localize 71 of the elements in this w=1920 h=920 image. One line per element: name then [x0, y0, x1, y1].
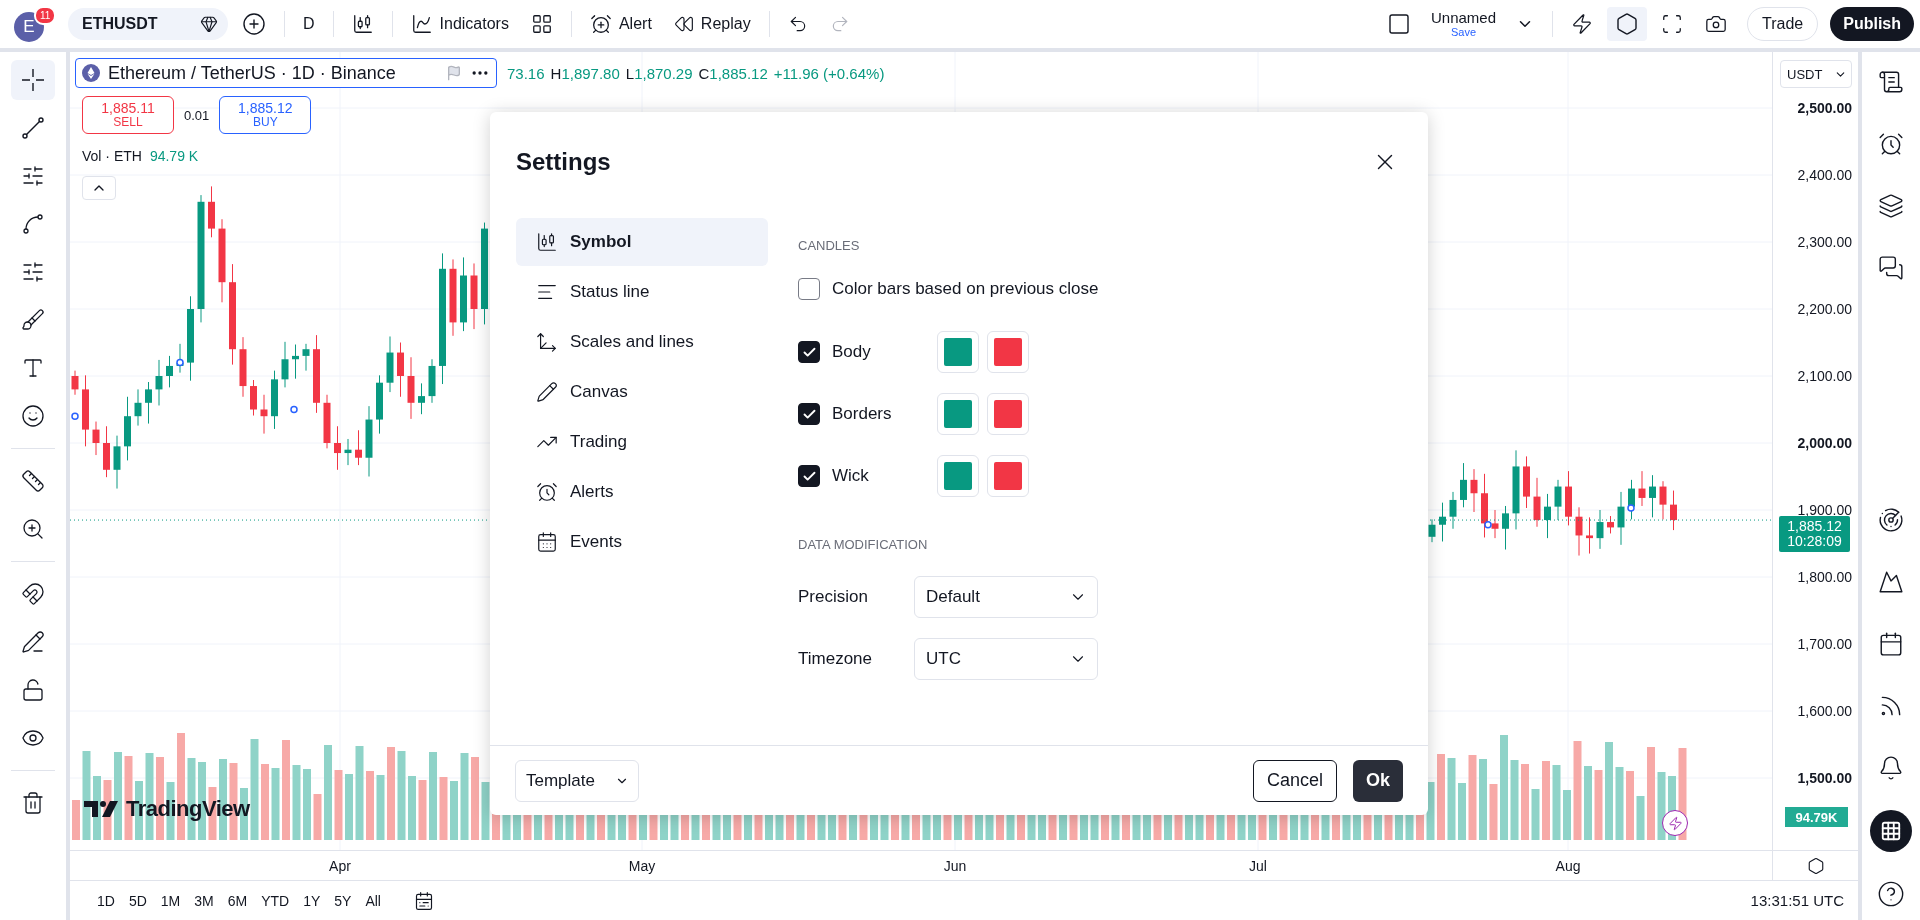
- price-label: 2,300.00: [1797, 234, 1852, 250]
- settings-tab[interactable]: Status line: [516, 268, 768, 316]
- price-label: 1,800.00: [1797, 569, 1852, 585]
- dropdown-select[interactable]: UTC: [914, 638, 1098, 680]
- field-label: Timezone: [798, 649, 873, 669]
- settings-tab[interactable]: Alerts: [516, 468, 768, 516]
- price-label: 2,000.00: [1797, 435, 1852, 451]
- price-label: 2,400.00: [1797, 167, 1852, 183]
- time-label: Aug: [1555, 858, 1581, 874]
- indicators-button[interactable]: Indicators: [402, 7, 517, 41]
- range-button[interactable]: 1M: [155, 888, 186, 913]
- last-price-tag: 1,885.12 10:28:09: [1779, 516, 1850, 552]
- range-button[interactable]: 6M: [222, 888, 253, 913]
- ohlc-value: L1,870.29: [625, 64, 693, 82]
- price-label: 2,500.00: [1797, 100, 1852, 116]
- option-label: Body: [832, 342, 872, 362]
- dropdown-select[interactable]: Default: [914, 576, 1098, 618]
- trade-button[interactable]: Trade: [1747, 7, 1819, 41]
- range-button[interactable]: All: [360, 888, 386, 913]
- option-label: Borders: [832, 404, 893, 424]
- cancel-button[interactable]: Cancel: [1252, 759, 1337, 802]
- ohlc-value: C1,885.12: [698, 64, 768, 82]
- sell-button[interactable]: 1,885.11 SELL: [82, 96, 174, 134]
- range-button[interactable]: 1Y: [298, 888, 326, 913]
- template-dropdown[interactable]: Template: [515, 759, 639, 802]
- ohlc-value: H1,897.80: [550, 64, 620, 82]
- settings-tab[interactable]: Symbol: [516, 218, 768, 266]
- price-label: 1,700.00: [1797, 636, 1852, 652]
- layout-name-button[interactable]: Unnamed Save: [1424, 9, 1502, 39]
- interval-button[interactable]: D: [295, 7, 323, 41]
- price-label: 1,500.00: [1797, 770, 1852, 786]
- price-label: 1,600.00: [1797, 703, 1852, 719]
- ohlc-value: 73.16: [507, 64, 545, 82]
- option-label: Color bars based on previous close: [832, 279, 1099, 299]
- range-button[interactable]: 5D: [123, 888, 152, 913]
- time-label: Jun: [943, 858, 967, 874]
- buy-button[interactable]: 1,885.12 BUY: [219, 96, 312, 134]
- range-button[interactable]: 3M: [189, 888, 219, 913]
- ohlc-value: +11.96 (+0.64%): [773, 64, 885, 82]
- settings-tab[interactable]: Scales and lines: [516, 318, 768, 366]
- symbol-search[interactable]: ETHUSDT: [68, 8, 228, 40]
- notification-badge: 11: [34, 6, 57, 25]
- range-button[interactable]: 5Y: [329, 888, 357, 913]
- volume-tag: 94.79K: [1785, 807, 1848, 827]
- price-label: 2,200.00: [1797, 301, 1852, 317]
- publish-button[interactable]: Publish: [1830, 7, 1914, 41]
- time-label: May: [628, 858, 656, 874]
- range-button[interactable]: 1D: [92, 888, 120, 913]
- settings-tab[interactable]: Trading: [516, 418, 768, 466]
- price-label: 2,100.00: [1797, 368, 1852, 384]
- range-button[interactable]: YTD: [256, 888, 295, 913]
- ok-button[interactable]: Ok: [1353, 759, 1403, 802]
- clock: 13:31:51 UTC: [1750, 892, 1844, 909]
- alert-button[interactable]: Alert: [581, 7, 660, 41]
- volume-legend: Vol · ETH 94.79 K: [82, 148, 199, 164]
- section-heading: CANDLES: [798, 238, 861, 253]
- spread-value: 0.01: [184, 107, 210, 123]
- settings-tab[interactable]: Canvas: [516, 368, 768, 416]
- symbol-legend[interactable]: Ethereum / TetherUS · 1D · Binance: [75, 58, 497, 88]
- price-label: 1,900.00: [1797, 502, 1852, 518]
- symbol-title: Ethereum / TetherUS · 1D · Binance: [108, 62, 396, 84]
- replay-button[interactable]: Replay: [665, 7, 759, 41]
- section-heading: DATA MODIFICATION: [798, 537, 929, 552]
- time-label: Apr: [329, 858, 351, 874]
- option-label: Wick: [832, 466, 870, 486]
- settings-tab[interactable]: Events: [516, 518, 768, 566]
- field-label: Precision: [798, 587, 869, 607]
- time-label: Jul: [1249, 858, 1267, 874]
- dialog-title: Settings: [516, 148, 611, 176]
- currency-select[interactable]: USDT: [1780, 60, 1852, 88]
- brand-name: TradingView: [126, 796, 250, 822]
